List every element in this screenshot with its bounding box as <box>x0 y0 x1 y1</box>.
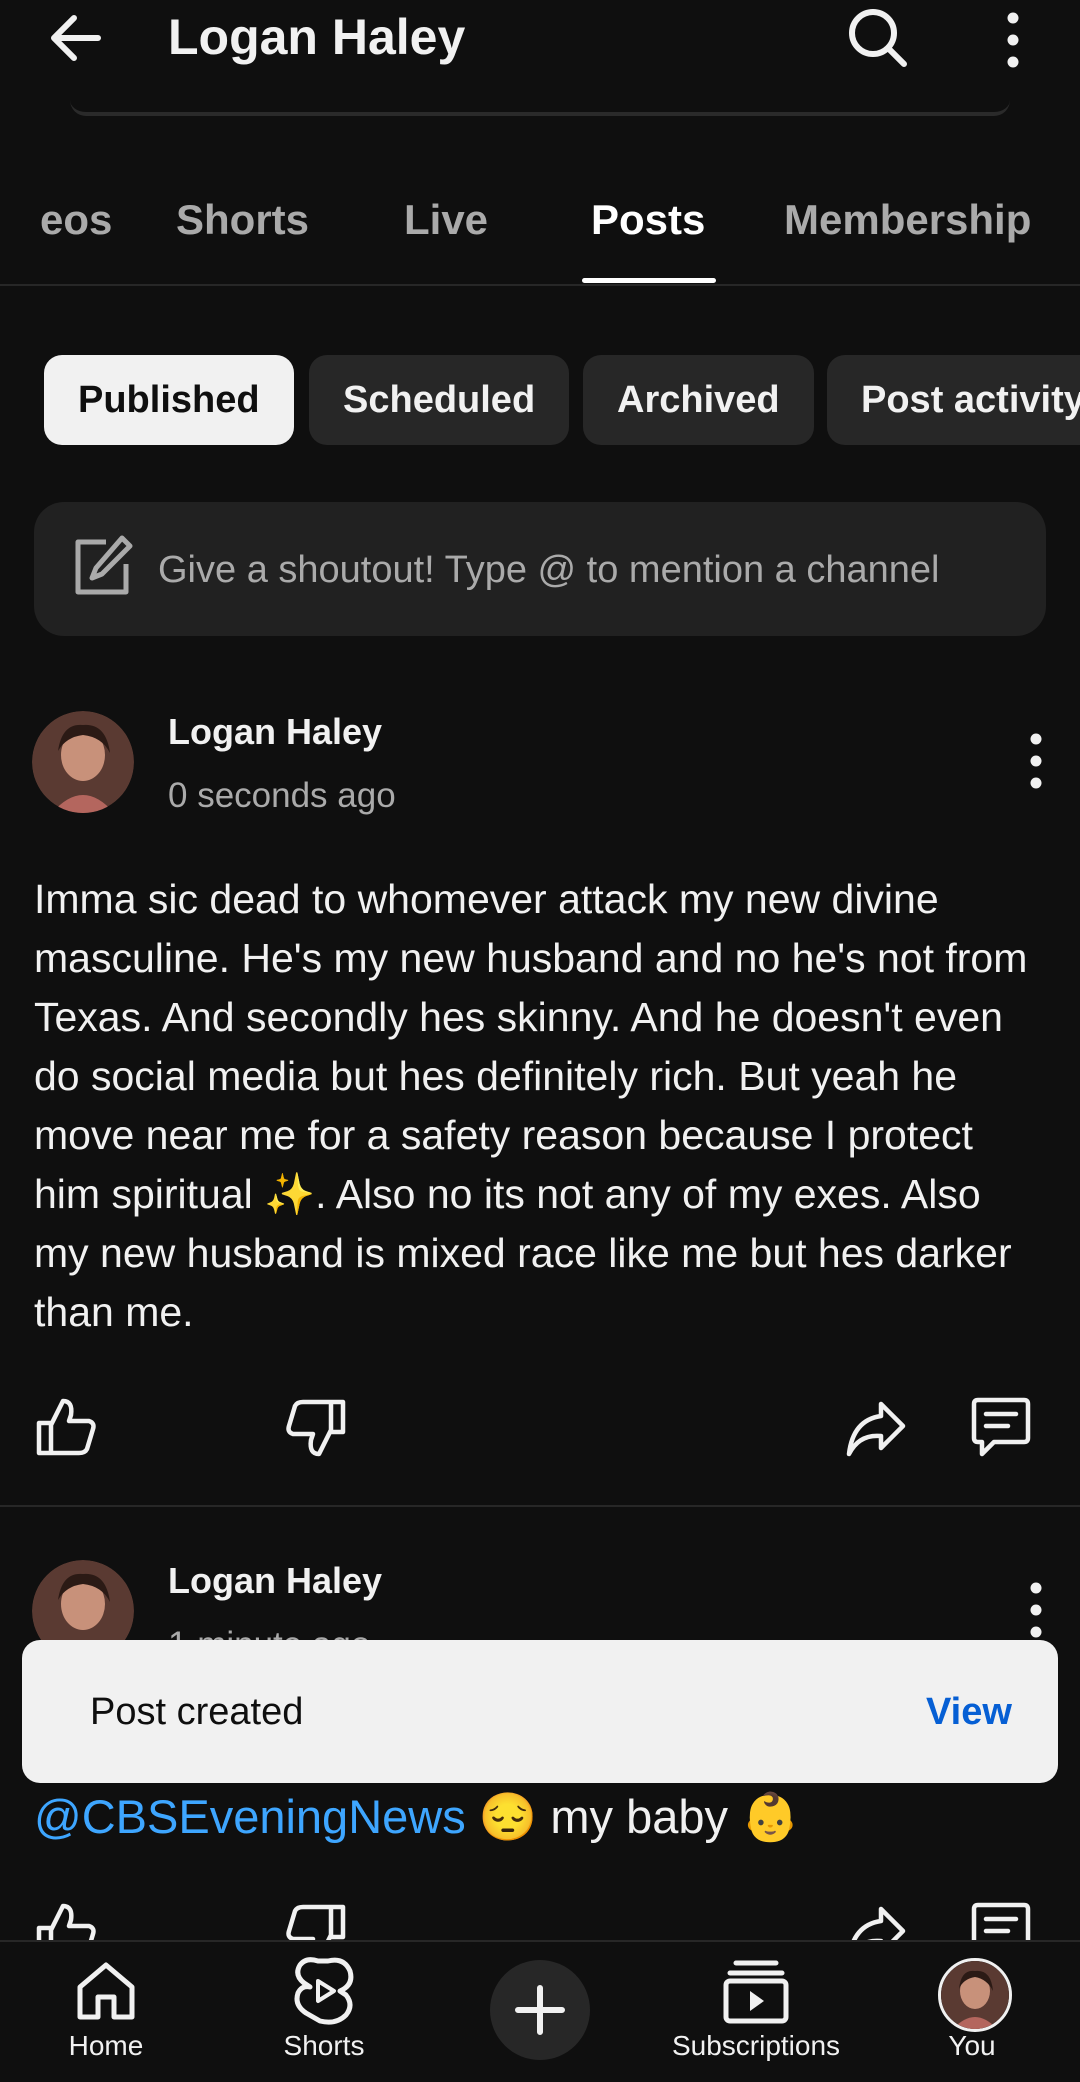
post-body: Imma sic dead to whomever attack my new … <box>34 876 1028 1335</box>
post-more-icon[interactable] <box>1021 1580 1051 1640</box>
post-more-icon[interactable] <box>1021 731 1051 791</box>
nav-shorts-label[interactable]: Shorts <box>264 2026 384 2066</box>
tab-live[interactable]: Live <box>404 190 488 250</box>
create-button[interactable] <box>490 1960 590 2060</box>
tab-posts[interactable]: Posts <box>591 190 705 250</box>
nav-home-label[interactable]: Home <box>46 2026 166 2066</box>
home-icon[interactable] <box>70 1955 142 2027</box>
post-timestamp: 0 seconds ago <box>168 776 396 815</box>
more-vertical-icon[interactable] <box>996 8 1030 72</box>
snackbar-message: Post created <box>90 1691 304 1733</box>
chip-post-activity[interactable]: Post activity <box>827 355 1080 445</box>
channel-mention-link[interactable]: @CBSEveningNews <box>34 1790 466 1843</box>
post-author[interactable]: Logan Haley <box>168 707 382 757</box>
back-arrow-icon[interactable] <box>44 10 108 66</box>
tab-membership[interactable]: Membership <box>784 190 1031 250</box>
channel-title: Logan Haley <box>168 9 466 65</box>
compose-placeholder: Give a shoutout! Type @ to mention a cha… <box>158 549 940 591</box>
edit-icon <box>70 534 134 600</box>
post-divider <box>0 1505 1080 1507</box>
tab-divider <box>0 284 1080 286</box>
snackbar-view-button[interactable]: View <box>926 1686 1012 1738</box>
avatar[interactable] <box>32 711 134 813</box>
chip-scheduled[interactable]: Scheduled <box>309 355 570 445</box>
chip-archived[interactable]: Archived <box>583 355 814 445</box>
active-tab-indicator <box>582 278 716 283</box>
post-author[interactable]: Logan Haley <box>168 1556 382 1606</box>
post-text: 😔 my baby 👶 <box>465 1790 800 1843</box>
dislike-icon[interactable] <box>285 1398 347 1460</box>
comment-icon[interactable] <box>970 1396 1032 1458</box>
chip-published[interactable]: Published <box>44 355 294 445</box>
post-body: @CBSEveningNews 😔 my baby 👶 <box>34 1782 800 1852</box>
subscriptions-icon[interactable] <box>720 1955 792 2027</box>
shorts-icon[interactable] <box>288 1955 360 2027</box>
share-icon[interactable] <box>845 1398 907 1460</box>
avatar[interactable] <box>938 1958 1012 2032</box>
header-edge <box>70 100 1010 116</box>
nav-subscriptions-label[interactable]: Subscriptions <box>660 2026 852 2066</box>
tab-shorts[interactable]: Shorts <box>176 190 309 250</box>
tab-videos[interactable]: eos <box>40 190 112 250</box>
nav-you-label[interactable]: You <box>912 2026 1032 2066</box>
like-icon[interactable] <box>35 1395 97 1457</box>
top-app-bar <box>0 0 1080 80</box>
search-icon[interactable] <box>846 6 910 70</box>
